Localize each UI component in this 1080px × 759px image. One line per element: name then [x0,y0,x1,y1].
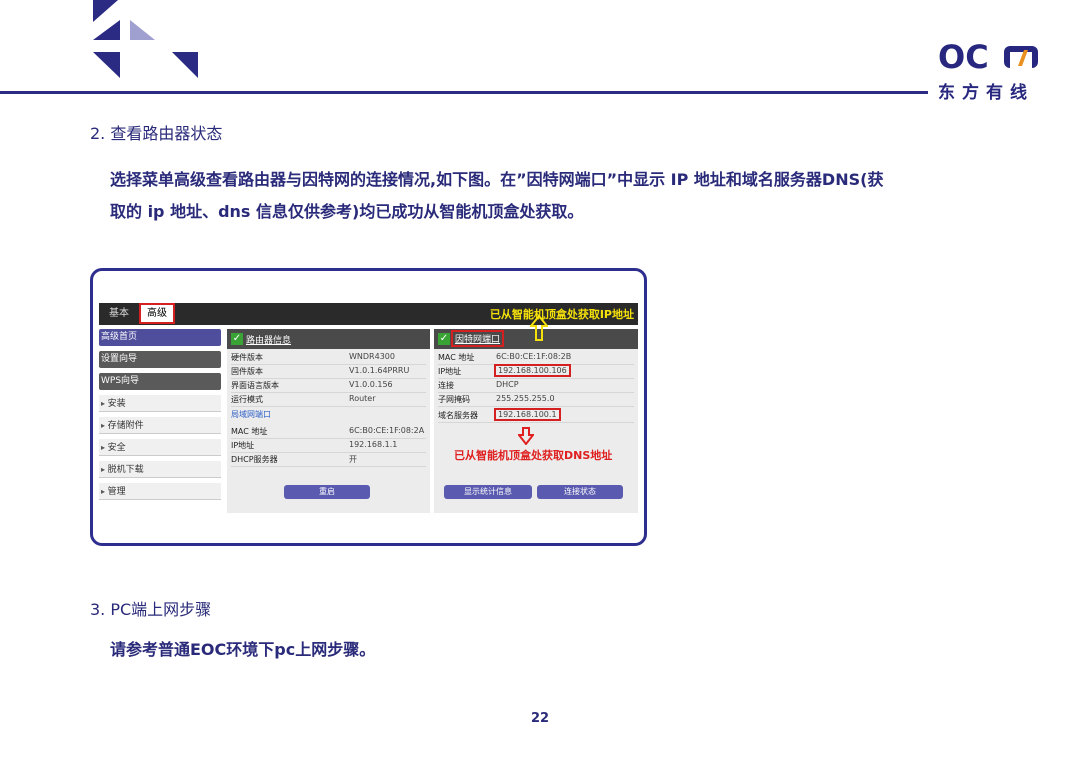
checkmark-icon: ✓ [438,333,450,345]
info-key: 固件版本 [231,367,263,376]
paragraph-pc-steps: 请参考普通EOC环境下pc上网步骤。 [110,640,376,659]
arrow-up-icon [530,315,548,341]
sidebar-item-usb-storage[interactable]: 存储附件 [99,417,221,434]
info-value: V1.0.0.156 [349,380,393,389]
router-info-header: ✓ 路由器信息 [227,329,430,349]
lan-key: DHCP服务器 [231,455,278,464]
info-key: 硬件版本 [231,353,263,362]
internet-key: 连接 [438,381,454,390]
page-number: 22 [530,711,550,726]
connection-status-button[interactable]: 连接状态 [537,485,623,499]
internet-value: 255.255.255.0 [496,394,555,403]
sidebar-item-admin[interactable]: 管理 [99,483,221,500]
lan-value: 6C:B0:CE:1F:08:2A [349,426,425,435]
lan-row: IP地址 192.168.1.1 [231,439,426,453]
router-screenshot-frame: 基本 高级 已从智能机顶盒处获取IP地址 高级首页 设置向导 WPS向导 安装 … [90,268,647,546]
show-statistics-button[interactable]: 显示统计信息 [444,485,532,499]
internet-key: 域名服务器 [438,411,478,420]
lan-row: MAC 地址 6C:B0:CE:1F:08:2A [231,425,426,439]
router-info-panel: ✓ 路由器信息 硬件版本 WNDR4300 固件版本 V1.0.1.64PRRU… [227,329,430,513]
info-row: 运行模式 Router [231,393,426,407]
internet-key: IP地址 [438,367,462,376]
sidebar-item-wps-wizard[interactable]: WPS向导 [99,373,221,390]
info-key: 运行模式 [231,395,263,404]
tab-advanced[interactable]: 高级 [139,303,175,324]
ip-annotation: 已从智能机顶盒处获取IP地址 [489,308,634,321]
corner-decoration [93,0,198,78]
brand-name: 东方有线 [938,83,1034,103]
router-sidebar: 高级首页 设置向导 WPS向导 安装 存储附件 安全 脱机下载 管理 [99,329,223,513]
section-title-pc-steps: 3. PC端上网步骤 [90,600,212,619]
lan-key: MAC 地址 [231,427,268,436]
internet-row: IP地址 192.168.100.106 [438,364,634,379]
router-screenshot: 基本 高级 已从智能机顶盒处获取IP地址 高级首页 设置向导 WPS向导 安装 … [99,303,638,513]
tab-basic[interactable]: 基本 [103,304,135,323]
info-value: Router [349,394,376,403]
router-topbar: 基本 高级 已从智能机顶盒处获取IP地址 [99,303,638,325]
paragraph-line-1: 选择菜单高级查看路由器与因特网的连接情况,如下图。在”因特网端口”中显示 IP … [110,170,884,189]
ocn-logo-icon: OC [938,40,1038,72]
brand-logo: OC 东方有线 [938,40,1048,103]
arrow-down-icon [518,427,534,445]
internet-row: 连接 DHCP [438,379,634,393]
internet-port-panel: ✓ 因特网端口 MAC 地址 6C:B0:CE:1F:08:2B IP地址 19… [434,315,638,513]
info-row: 硬件版本 WNDR4300 [231,351,426,365]
info-value: V1.0.1.64PRRU [349,366,410,375]
lan-row: DHCP服务器 开 [231,453,426,467]
checkmark-icon: ✓ [231,333,243,345]
internet-value: DHCP [496,380,519,389]
internet-row: 域名服务器 192.168.100.1 [438,408,634,423]
info-row: 固件版本 V1.0.1.64PRRU [231,365,426,379]
internet-row: 子网掩码 255.255.255.0 [438,393,634,407]
paragraph-line-2: 取的 ip 地址、dns 信息仅供参考)均已成功从智能机顶盒处获取。 [110,202,584,221]
sidebar-item-security[interactable]: 安全 [99,439,221,456]
router-info-title: 路由器信息 [246,336,292,346]
sidebar-item-setup[interactable]: 安装 [99,395,221,412]
header-rule [0,91,928,94]
internet-ip-value: 192.168.100.106 [494,364,571,377]
internet-row: MAC 地址 6C:B0:CE:1F:08:2B [438,351,634,365]
info-value: WNDR4300 [349,352,395,361]
info-row: 界面语言版本 V1.0.0.156 [231,379,426,393]
dns-annotation: 已从智能机顶盒处获取DNS地址 [454,449,613,462]
svg-text:OC: OC [938,40,989,72]
info-key: 界面语言版本 [231,381,279,390]
internet-dns-value: 192.168.100.1 [494,408,561,421]
internet-key: MAC 地址 [438,353,475,362]
sidebar-item-offline-download[interactable]: 脱机下载 [99,461,221,478]
sidebar-item-setup-wizard[interactable]: 设置向导 [99,351,221,368]
internet-port-title: 因特网端口 [451,330,505,347]
internet-value: 6C:B0:CE:1F:08:2B [496,352,572,361]
sidebar-item-advanced-home[interactable]: 高级首页 [99,329,221,346]
section-title-router-status: 2. 查看路由器状态 [90,124,223,143]
lan-value: 192.168.1.1 [349,440,398,449]
internet-key: 子网掩码 [438,395,470,404]
reboot-button[interactable]: 重启 [284,485,370,499]
lan-key: IP地址 [231,441,255,450]
lan-port-heading: 局域网端口 [231,410,271,419]
lan-value: 开 [349,455,357,464]
